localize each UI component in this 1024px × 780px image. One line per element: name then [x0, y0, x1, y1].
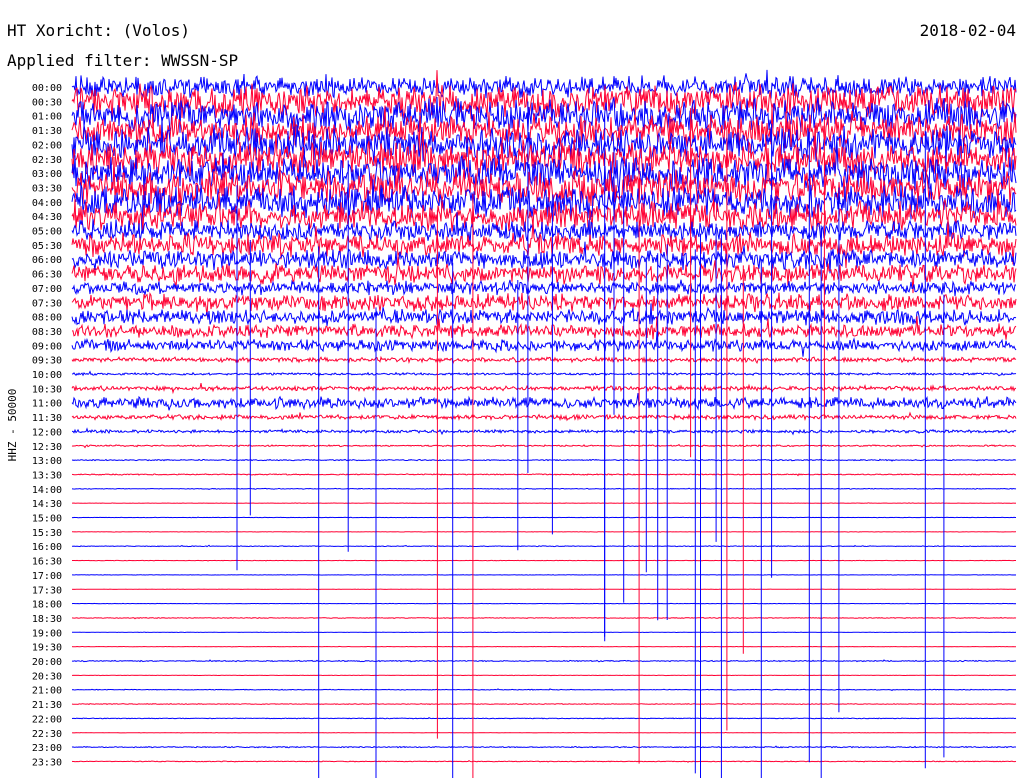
- time-label: 22:00: [32, 714, 62, 725]
- time-label: 10:00: [32, 370, 62, 381]
- time-label: 21:00: [32, 686, 62, 697]
- time-label: 19:30: [32, 643, 62, 654]
- time-label: 08:00: [32, 313, 62, 324]
- time-label: 06:30: [32, 270, 62, 281]
- time-label: 07:30: [32, 298, 62, 309]
- trace-line: [71, 588, 1017, 591]
- time-label: 12:00: [32, 427, 62, 438]
- trace-line: [72, 559, 1016, 562]
- time-label: 13:00: [32, 456, 62, 467]
- y-axis-label: HHZ - 50000: [6, 389, 19, 462]
- trace-line: [72, 531, 1017, 533]
- trace-line: [72, 573, 1017, 576]
- time-label: 05:30: [32, 241, 62, 252]
- filter-label: Applied filter: WWSSN-SP: [7, 51, 238, 70]
- time-label: 18:00: [32, 600, 62, 611]
- time-label: 08:30: [32, 327, 62, 338]
- record-date: 2018-02-04: [920, 21, 1016, 40]
- time-label: 11:30: [32, 413, 62, 424]
- time-label: 17:30: [32, 585, 62, 596]
- time-label: 02:30: [32, 155, 62, 166]
- time-label: 01:00: [32, 112, 62, 123]
- time-label: 12:30: [32, 442, 62, 453]
- time-label: 17:00: [32, 571, 62, 582]
- trace-line: [72, 674, 1017, 677]
- time-label: 23:30: [32, 757, 62, 768]
- trace-line: [72, 502, 1017, 505]
- station-title: HT Xoricht: (Volos): [7, 21, 190, 40]
- trace-line: [71, 731, 1017, 734]
- time-label: 14:00: [32, 485, 62, 496]
- time-label: 01:30: [32, 126, 62, 137]
- time-label: 18:30: [32, 614, 62, 625]
- time-label: 20:30: [32, 671, 62, 682]
- time-label: 23:00: [32, 743, 62, 754]
- time-label: 00:00: [32, 83, 62, 94]
- trace-line: [71, 487, 1017, 490]
- trace-line: [71, 516, 1016, 519]
- time-label: 02:00: [32, 140, 62, 151]
- time-label: 15:00: [32, 514, 62, 525]
- time-label: 10:30: [32, 384, 62, 395]
- time-label: 19:00: [32, 628, 62, 639]
- time-label: 14:30: [32, 499, 62, 510]
- time-label: 09:30: [32, 356, 62, 367]
- time-label: 00:30: [32, 97, 62, 108]
- time-label: 11:00: [32, 399, 62, 410]
- helicorder-chart: HT Xoricht: (Volos) 2018-02-04 Applied f…: [0, 0, 1024, 780]
- time-label: 21:30: [32, 700, 62, 711]
- time-label: 16:30: [32, 557, 62, 568]
- time-label: 03:00: [32, 169, 62, 180]
- time-label: 16:00: [32, 542, 62, 553]
- time-label: 13:30: [32, 470, 62, 481]
- time-label: 15:30: [32, 528, 62, 539]
- time-label: 07:00: [32, 284, 62, 295]
- time-label: 09:00: [32, 341, 62, 352]
- time-label: 06:00: [32, 255, 62, 266]
- time-label: 04:00: [32, 198, 62, 209]
- trace-line: [71, 645, 1017, 648]
- time-label: 04:30: [32, 212, 62, 223]
- time-label: 03:30: [32, 183, 62, 194]
- time-label: 05:00: [32, 227, 62, 238]
- time-label: 22:30: [32, 729, 62, 740]
- time-label: 20:00: [32, 657, 62, 668]
